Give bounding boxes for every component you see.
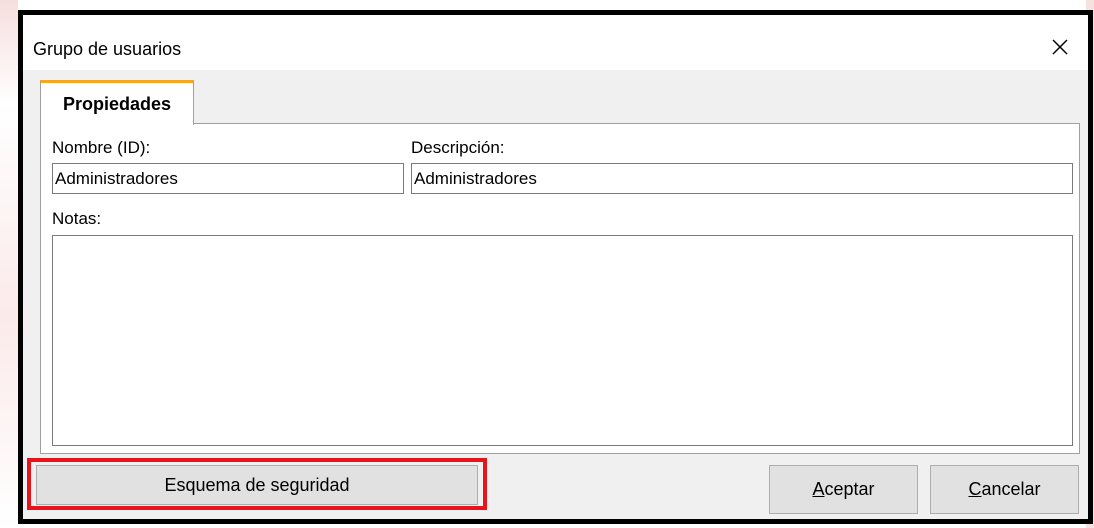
accept-label: Aceptar	[812, 479, 874, 500]
notas-label: Notas:	[52, 209, 102, 228]
nombre-label: Nombre (ID):	[52, 138, 151, 157]
accept-button[interactable]: Aceptar	[769, 465, 918, 514]
notas-textarea[interactable]	[52, 235, 1073, 446]
accept-mnemonic: A	[812, 479, 825, 499]
dialog-title: Grupo de usuarios	[33, 39, 182, 59]
security-scheme-label: Esquema de seguridad	[164, 474, 350, 495]
cancel-mnemonic: C	[968, 479, 982, 499]
security-scheme-button[interactable]: Esquema de seguridad	[36, 465, 478, 505]
title-bar: Grupo de usuarios	[23, 15, 1088, 70]
cancel-label-rest: ancelar	[981, 479, 1041, 499]
accept-label-rest: ceptar	[824, 479, 875, 499]
close-icon	[1052, 39, 1068, 55]
close-button[interactable]	[1032, 27, 1088, 67]
cancel-label: Cancelar	[968, 479, 1040, 500]
tab-propiedades[interactable]: Propiedades	[40, 80, 194, 125]
nombre-input[interactable]	[52, 163, 404, 194]
descripcion-input[interactable]	[411, 163, 1073, 194]
cancel-button[interactable]: Cancelar	[930, 465, 1079, 514]
background-left	[0, 0, 18, 528]
tab-propiedades-label: Propiedades	[62, 93, 172, 114]
properties-panel: Nombre (ID): Descripción: Notas:	[40, 123, 1080, 454]
dialog-window: Grupo de usuarios Propiedades Nombre (ID…	[18, 10, 1093, 524]
descripcion-label: Descripción:	[411, 138, 505, 157]
